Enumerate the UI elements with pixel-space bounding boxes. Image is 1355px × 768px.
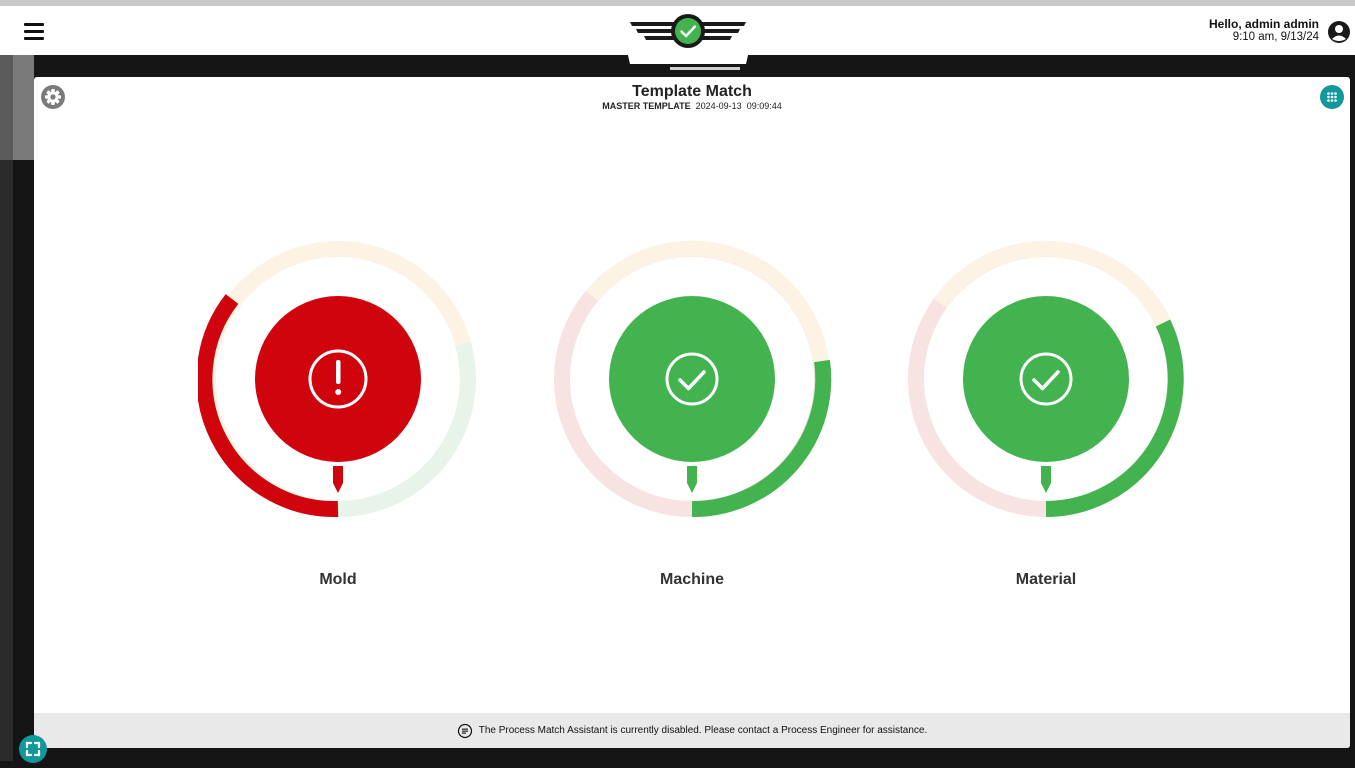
template-label: MASTER TEMPLATE [602,101,691,111]
left-strip [0,55,13,761]
assistant-status-bar: The Process Match Assistant is currently… [34,713,1350,748]
template-date: 2024-09-13 [695,101,742,111]
page-header: Template Match MASTER TEMPLATE 2024-09-1… [34,83,1350,112]
apps-grid-button[interactable] [1320,85,1344,109]
left-panel-edge [13,55,34,160]
gauge-mold[interactable] [198,239,478,519]
user-info: Hello, admin admin 9:10 am, 9/13/24 [1209,18,1319,44]
app-logo [618,12,758,70]
main-card: Template Match MASTER TEMPLATE 2024-09-1… [34,77,1350,748]
current-time: 9:10 am, 9/13/24 [1232,31,1319,43]
grid-icon [1327,92,1337,102]
fullscreen-button[interactable] [19,735,47,763]
top-header: Hello, admin admin 9:10 am, 9/13/24 [0,0,1355,70]
gauge-machine[interactable] [552,239,832,519]
left-strip-highlight [0,55,13,160]
user-account-icon[interactable] [1327,20,1351,44]
chat-bubble-icon [457,723,472,738]
template-time: 09:09:44 [746,101,782,111]
gauge-material[interactable] [906,239,1186,519]
gauge-label-mold: Mold [319,571,357,588]
page-title: Template Match [632,83,752,100]
menu-icon[interactable] [24,23,44,40]
gauge-label-material: Material [1015,571,1077,588]
user-greeting: Hello, admin admin [1208,17,1319,31]
page-subtitle: MASTER TEMPLATE 2024-09-13 09:09:44 [34,101,1350,112]
gauge-label-machine: Machine [659,571,724,588]
fullscreen-icon [25,741,41,757]
assistant-status-message: The Process Match Assistant is currently… [478,725,928,736]
